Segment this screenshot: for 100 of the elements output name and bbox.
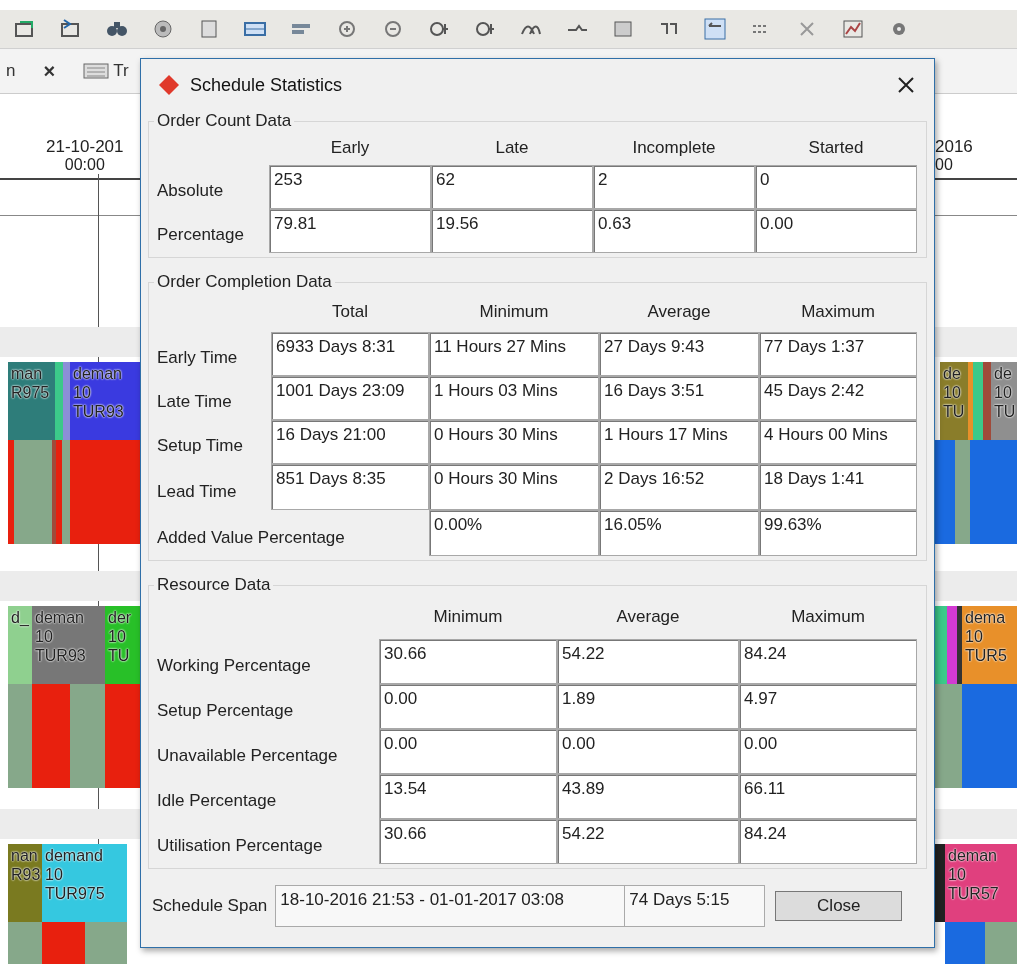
task-strip[interactable] (983, 362, 991, 440)
value-field: 11 Hours 27 Mins (429, 332, 599, 376)
value-field: 1001 Days 23:09 (271, 376, 429, 420)
dialog-title: Schedule Statistics (190, 74, 344, 96)
task-strip[interactable] (968, 362, 973, 440)
task-text: dema (965, 608, 1007, 627)
task-text: 10 (108, 627, 127, 646)
value-field: 0.00 (557, 729, 739, 774)
close-button[interactable]: Close (775, 891, 903, 921)
task-text: nan (11, 846, 39, 865)
column-header: Minimum (478, 302, 550, 322)
row-label: Percentage (157, 225, 245, 246)
timeline-time: 00:00 (63, 156, 106, 174)
value-field: 77 Days 1:37 (759, 332, 917, 376)
value-field: 19.56 (431, 209, 593, 253)
window-arrow-icon[interactable] (60, 18, 82, 40)
task-text: deman (35, 608, 85, 627)
value-field: 84.24 (739, 639, 917, 684)
zoom-in-icon[interactable] (336, 18, 358, 40)
task-text: R93 (11, 865, 39, 884)
chart-icon[interactable] (842, 18, 864, 40)
task-strip[interactable] (935, 606, 947, 684)
task-label-block[interactable]: d_ (8, 606, 32, 684)
task-label-block[interactable]: dema 10 TUR5 (962, 606, 1017, 684)
value-field: 30.66 (379, 819, 557, 864)
column-header: Incomplete (631, 138, 717, 158)
zoom-out-icon[interactable] (382, 18, 404, 40)
diamond-icon (158, 74, 180, 96)
value-field: 13.54 (379, 774, 557, 819)
value-field: 0.00 (739, 729, 917, 774)
tab-label[interactable]: Tr (113, 61, 129, 81)
value-field: 84.24 (739, 819, 917, 864)
row-label: Working Percentage (157, 656, 312, 677)
value-field: 16 Days 3:51 (599, 376, 759, 420)
task-label-block[interactable]: man R975 (8, 362, 55, 440)
task-text: TUR93 (35, 646, 87, 665)
span-field: 18-10-2016 21:53 - 01-01-2017 03:08 (275, 885, 626, 927)
value-field: 851 Days 8:35 (271, 464, 429, 510)
close-icon[interactable] (897, 76, 915, 94)
value-field: 99.63% (759, 510, 917, 556)
task-strip[interactable] (55, 362, 63, 440)
row-label: Lead Time (157, 482, 238, 503)
field-label: Schedule Span (152, 896, 268, 916)
window-icon[interactable] (612, 18, 634, 40)
window-arrow-icon[interactable] (14, 18, 36, 40)
value-field: 66.11 (739, 774, 917, 819)
task-label-block[interactable]: deman 10 TUR57 (945, 844, 1017, 922)
column-header: Maximum (790, 607, 866, 627)
row-label: Unavailable Percentage (157, 746, 339, 767)
timeline-time: 00 (935, 156, 954, 174)
row-label: Setup Time (157, 436, 244, 457)
disc-icon[interactable] (152, 18, 174, 40)
column-header: Maximum (800, 302, 876, 322)
value-field: 0.00 (379, 684, 557, 729)
task-label-block[interactable]: demand 10 TUR975 (42, 844, 127, 922)
task-text: 10 (45, 865, 64, 884)
task-label-block[interactable]: de 10 TU (991, 362, 1017, 440)
row-label: Added Value Percentage (157, 528, 346, 549)
task-strip[interactable] (957, 606, 962, 684)
value-field: 0.63 (593, 209, 755, 253)
task-text: TU (943, 402, 965, 421)
value-field: 2 (593, 165, 755, 209)
task-text: TU (108, 646, 131, 665)
task-text: R975 (11, 383, 51, 402)
value-field: 0 (755, 165, 917, 209)
task-strip[interactable] (947, 606, 957, 684)
task-label-block[interactable]: nan R93 (8, 844, 42, 922)
value-field: 62 (431, 165, 593, 209)
task-text: TUR975 (45, 884, 106, 903)
column-header: Late (494, 138, 530, 158)
section-title: Order Count Data (156, 111, 293, 131)
task-text: TU (994, 402, 1014, 421)
task-strip[interactable] (63, 362, 70, 440)
column-header: Early (329, 138, 371, 158)
section-title: Resource Data (156, 575, 272, 595)
task-text: 10 (73, 383, 92, 402)
document-icon[interactable] (198, 18, 220, 40)
task-label-block[interactable]: de 10 TU (940, 362, 968, 440)
task-text: TUR93 (73, 402, 125, 421)
row-label: Early Time (157, 348, 239, 369)
value-field: 43.89 (557, 774, 739, 819)
value-field: 16.05% (599, 510, 759, 556)
task-strip[interactable] (935, 844, 945, 922)
task-text: 10 (943, 383, 962, 402)
value-field: 54.22 (557, 639, 739, 684)
section-title: Order Completion Data (156, 272, 333, 292)
task-text: deman (73, 364, 123, 383)
row-label: Idle Percentage (157, 791, 278, 812)
row-label: Setup Percentage (157, 701, 295, 722)
task-text: 10 (994, 383, 1013, 402)
value-field: 45 Days 2:42 (759, 376, 917, 420)
tab-label[interactable]: n (6, 61, 16, 81)
value-field: 1 Hours 17 Mins (599, 420, 759, 464)
task-strip[interactable] (973, 362, 983, 440)
task-label-block[interactable]: deman 10 TUR93 (32, 606, 105, 684)
value-field: 0.00 (755, 209, 917, 253)
value-field: 1 Hours 03 Mins (429, 376, 599, 420)
task-text: TUR5 (965, 646, 1008, 665)
arrow-box-icon[interactable] (704, 18, 726, 40)
close-tab-button[interactable]: × (43, 59, 56, 83)
